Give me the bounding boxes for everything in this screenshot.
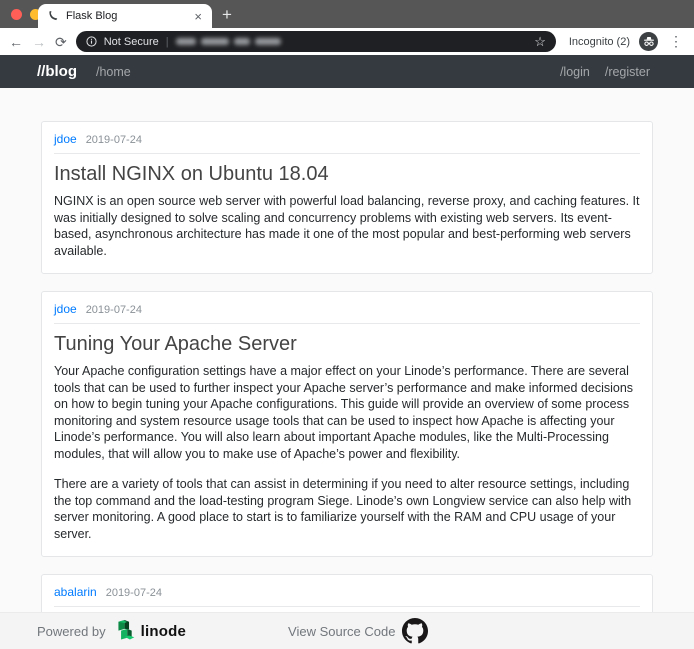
browser-tab-bar: Flask Blog × + (0, 0, 694, 28)
forward-icon[interactable]: → (32, 35, 46, 49)
nav-link-register[interactable]: /register (605, 65, 650, 79)
site-navbar: //blog /home /login /register (0, 55, 694, 88)
back-icon[interactable]: ← (9, 35, 23, 49)
linode-link[interactable]: linode (114, 618, 186, 645)
post-excerpt: Your Apache configuration settings have … (54, 363, 640, 462)
browser-toolbar: ← → ⟳ Not Secure | ☆ Incognito (2) (0, 28, 694, 55)
post-excerpt: NGINX is an open source web server with … (54, 193, 640, 259)
close-window-button[interactable] (11, 9, 22, 20)
tab-title: Flask Blog (66, 10, 192, 22)
post-date: 2019-07-24 (106, 587, 162, 599)
post-card: jdoe 2019-07-24 Install NGINX on Ubuntu … (41, 121, 653, 274)
reload-icon[interactable]: ⟳ (55, 35, 67, 49)
post-author-link[interactable]: jdoe (54, 132, 77, 146)
new-tab-button[interactable]: + (222, 3, 232, 27)
view-source-label: View Source Code (288, 624, 395, 639)
post-title-link[interactable]: Tuning Your Apache Server (54, 331, 640, 358)
info-icon (86, 36, 97, 47)
post-metadata: jdoe 2019-07-24 (54, 302, 640, 324)
post-card: jdoe 2019-07-24 Tuning Your Apache Serve… (41, 291, 653, 557)
post-date: 2019-07-24 (86, 134, 142, 146)
address-bar[interactable]: Not Secure | ☆ (76, 31, 556, 52)
nav-link-home[interactable]: /home (96, 65, 131, 79)
post-author-link[interactable]: jdoe (54, 302, 77, 316)
incognito-badge-icon[interactable] (639, 32, 658, 51)
browser-tab[interactable]: Flask Blog × (38, 4, 212, 28)
linode-logo-icon (114, 618, 137, 645)
bookmark-star-icon[interactable]: ☆ (534, 34, 546, 50)
browser-menu-icon[interactable]: ⋮ (667, 33, 685, 50)
view-source-link[interactable]: View Source Code (288, 618, 428, 644)
tab-close-icon[interactable]: × (192, 9, 204, 24)
post-metadata: abalarin 2019-07-24 (54, 585, 640, 607)
post-date: 2019-07-24 (86, 304, 142, 316)
flask-favicon-icon (48, 10, 59, 22)
post-metadata: jdoe 2019-07-24 (54, 132, 640, 154)
nav-link-login[interactable]: /login (560, 65, 590, 79)
page-footer: Powered by linode View Source Code (0, 612, 694, 649)
linode-wordmark: linode (141, 623, 186, 640)
post-excerpt: There are a variety of tools that can as… (54, 476, 640, 542)
github-icon (402, 618, 428, 644)
security-label[interactable]: Not Secure (104, 36, 159, 48)
post-title-link[interactable]: Install NGINX on Ubuntu 18.04 (54, 161, 640, 188)
browser-window: Flask Blog × + ← → ⟳ Not Secure | ☆ Inco… (0, 0, 694, 649)
powered-by-label: Powered by (37, 624, 106, 639)
post-list: jdoe 2019-07-24 Install NGINX on Ubuntu … (0, 88, 694, 649)
post-author-link[interactable]: abalarin (54, 585, 97, 599)
navbar-brand[interactable]: //blog (37, 63, 77, 80)
incognito-label: Incognito (2) (569, 36, 630, 48)
redacted-url (176, 38, 281, 45)
url-separator: | (166, 36, 169, 48)
